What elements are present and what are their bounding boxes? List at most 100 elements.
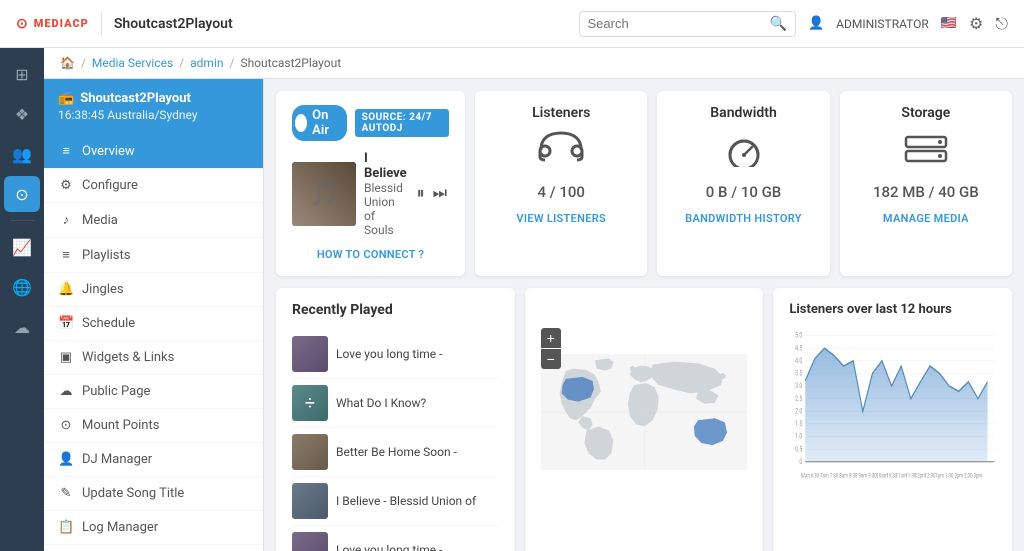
onair-toggle[interactable]: On Air [292,105,347,141]
listeners-value: 4 / 100 [491,183,631,201]
track-title: I Believe [364,151,407,181]
menu-item-updatesong[interactable]: ✎ Update Song Title [44,477,263,511]
onair-player: 🎵 I Believe Blessid Union of Souls ⏸ ⏭ [292,151,449,237]
list-item: Better Be Home Soon - [292,428,499,477]
gs-dashboard[interactable]: ⊞ [4,56,40,92]
gs-plugins[interactable]: ❖ [4,96,40,132]
map-zoom-out[interactable]: − [541,349,561,369]
menu-item-playlists[interactable]: ≡ Playlists [44,238,263,273]
menu-icon-mount: ⊙ [58,418,74,433]
nav-separator [101,12,102,36]
menu-label-widgets: Widgets & Links [82,350,174,365]
menu-link-mount[interactable]: ⊙ Mount Points [44,409,263,443]
list-item: Love you long time - [292,526,499,551]
content-wrapper: 📻 Shoutcast2Playout 16:38:45 Australia/S… [44,79,1024,551]
gs-globe[interactable]: 🌐 [4,269,40,305]
menu-icon-schedule: 📅 [58,316,74,331]
storage-title: Storage [856,105,996,121]
menu-link-widgets[interactable]: ▣ Widgets & Links [44,341,263,375]
breadcrumb-sep3: / [230,56,235,70]
menu-link-media[interactable]: ♪ Media [44,203,263,238]
menu-item-log[interactable]: 📋 Log Manager [44,511,263,545]
menu-link-overview[interactable]: ≡ Overview [44,134,263,169]
menu-label-log: Log Manager [82,520,158,535]
menu-item-configure[interactable]: ⚙ Configure [44,169,263,203]
menu-link-configure[interactable]: ⚙ Configure [44,169,263,203]
menu-icon-log: 📋 [58,520,74,535]
menu-link-public[interactable]: ☁ Public Page [44,375,263,409]
bandwidth-history-link[interactable]: BANDWIDTH HISTORY [685,212,802,225]
bandwidth-title: Bandwidth [673,105,813,121]
logout-icon[interactable]: ⎋ [995,14,1008,34]
map-zoom-in[interactable]: + [541,328,561,348]
menu-icon-media: ♪ [58,212,74,228]
main-area: 🏠 / Media Services / admin / Shoutcast2P… [44,48,1024,551]
menu-icon-playlists: ≡ [58,247,74,263]
flag-icon: 🇺🇸 [941,16,957,31]
menu-item-schedule[interactable]: 📅 Schedule [44,307,263,341]
breadcrumb-home[interactable]: 🏠 [60,56,75,70]
menu-item-overview[interactable]: ≡ Overview [44,134,263,169]
gs-divider [10,220,34,221]
menu-link-updatesong[interactable]: ✎ Update Song Title [44,477,263,511]
svg-text:1.0: 1.0 [795,432,803,441]
menu-item-public[interactable]: ☁ Public Page [44,375,263,409]
admin-label: ADMINISTRATOR [836,17,929,31]
menu-item-dj[interactable]: 👤 DJ Manager [44,443,263,477]
breadcrumb-media-services[interactable]: Media Services [92,56,173,70]
breadcrumb-current: Shoutcast2Playout [240,56,341,70]
breadcrumb-sep1: / [81,56,86,70]
storage-card: Storage 182 MB / 40 GB MANAGE MEDIA [840,91,1012,276]
pause-button[interactable]: ⏸ [415,183,427,205]
menu-item-media[interactable]: ♪ Media [44,203,263,238]
menu-item-widgets[interactable]: ▣ Widgets & Links [44,341,263,375]
view-listeners-link[interactable]: VIEW LISTENERS [516,212,606,225]
listeners-card: Listeners 4 / 100 VI [475,91,647,276]
bandwidth-card: Bandwidth 0 B / 10 GB BANDWIDTH HISTO [657,91,829,276]
search-bar[interactable]: 🔍 [579,11,796,37]
menu-link-dj[interactable]: 👤 DJ Manager [44,443,263,477]
menu-label-configure: Configure [82,178,138,193]
toggle-circle [295,114,307,132]
settings-icon[interactable]: ⚙ [969,14,983,33]
how-to-connect-link[interactable]: HOW TO CONNECT ? [317,248,424,261]
top-nav: ⊙ MEDIACP Shoutcast2Playout 🔍 👤 ADMINIST… [0,0,1024,48]
service-sidebar: 📻 Shoutcast2Playout 16:38:45 Australia/S… [44,79,264,551]
menu-icon-updatesong: ✎ [58,486,74,501]
menu-item-jingles[interactable]: 🔔 Jingles [44,273,263,307]
breadcrumb-admin[interactable]: admin [190,56,223,70]
svg-text:6:30: 6:30 [811,473,820,480]
service-icon: 📻 [58,91,74,106]
menu-label-updatesong: Update Song Title [82,486,184,501]
menu-label-playlists: Playlists [82,248,130,263]
list-item: Love you long time - [292,330,499,379]
chart-panel: Listeners over last 12 hours 5.0 4.5 4.0… [773,288,1012,551]
manage-media-link[interactable]: MANAGE MEDIA [883,212,969,225]
search-icon[interactable]: 🔍 [770,16,787,32]
track-thumb-1 [292,336,328,372]
menu-link-reporting[interactable]: ⚙ Reporting [44,545,263,551]
menu-link-log[interactable]: 📋 Log Manager [44,511,263,545]
menu-item-reporting[interactable]: ⚙ Reporting [44,545,263,551]
menu-link-playlists[interactable]: ≡ Playlists [44,238,263,273]
listeners-link: VIEW LISTENERS [491,211,631,226]
svg-text:7am: 7am [820,473,829,480]
search-input[interactable] [588,16,764,31]
gs-cloud[interactable]: ☁ [4,309,40,345]
next-button[interactable]: ⏭ [431,183,449,205]
gs-services[interactable]: ⊙ [4,176,40,212]
gs-stats[interactable]: 📈 [4,229,40,265]
menu-icon-public: ☁ [58,384,74,399]
map-zoom-controls: + − [541,328,561,369]
menu-link-schedule[interactable]: 📅 Schedule [44,307,263,341]
svg-text:2.0: 2.0 [795,406,803,415]
menu-icon-configure: ⚙ [58,178,74,193]
menu-item-mount[interactable]: ⊙ Mount Points [44,409,263,443]
list-item: I Believe - Blessid Union of [292,477,499,526]
service-header: 📻 Shoutcast2Playout 16:38:45 Australia/S… [44,79,263,134]
menu-link-jingles[interactable]: 🔔 Jingles [44,273,263,307]
gs-users[interactable]: 👥 [4,136,40,172]
svg-text:4.5: 4.5 [795,343,803,352]
world-map [541,302,748,522]
lower-row: Recently Played Love you long time - ÷ W… [276,288,1012,551]
